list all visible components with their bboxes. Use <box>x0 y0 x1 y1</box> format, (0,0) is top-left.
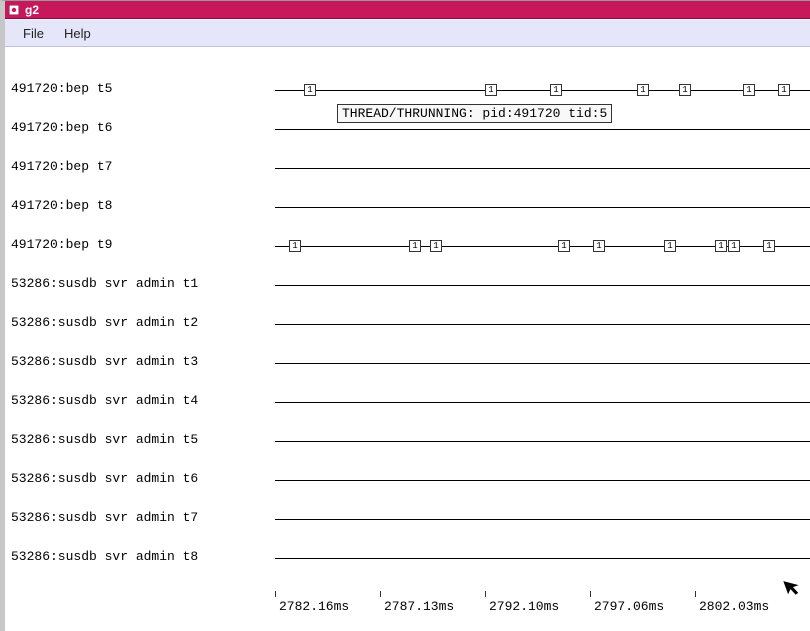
row-track[interactable] <box>275 363 810 364</box>
row-label: 53286:susdb svr admin t7 <box>11 510 198 525</box>
row-track[interactable] <box>275 558 810 559</box>
axis-tick-label: 2782.16ms <box>279 599 349 614</box>
timeline-row[interactable]: 53286:susdb svr admin t1 <box>5 278 810 292</box>
window-titlebar[interactable]: g2 <box>5 1 810 19</box>
event-marker[interactable]: 1 <box>728 240 740 252</box>
timeline-row[interactable]: 491720:bep t9111111111 <box>5 239 810 253</box>
row-track[interactable] <box>275 285 810 286</box>
row-label: 491720:bep t5 <box>11 81 112 96</box>
row-track[interactable] <box>275 519 810 520</box>
timeline-row[interactable]: 53286:susdb svr admin t2 <box>5 317 810 331</box>
axis-tick <box>485 591 486 597</box>
axis-tick <box>695 591 696 597</box>
row-label: 53286:susdb svr admin t6 <box>11 471 198 486</box>
axis-tick <box>590 591 591 597</box>
event-marker[interactable]: 1 <box>637 84 649 96</box>
row-label: 53286:susdb svr admin t1 <box>11 276 198 291</box>
event-marker[interactable]: 1 <box>763 240 775 252</box>
row-label: 491720:bep t8 <box>11 198 112 213</box>
row-label: 53286:susdb svr admin t8 <box>11 549 198 564</box>
timeline-row[interactable]: 491720:bep t51111111 <box>5 83 810 97</box>
event-marker[interactable]: 1 <box>743 84 755 96</box>
row-label: 53286:susdb svr admin t2 <box>11 315 198 330</box>
event-marker[interactable]: 1 <box>550 84 562 96</box>
event-marker[interactable]: 1 <box>558 240 570 252</box>
event-viewer[interactable]: THREAD/THRUNNING: pid:491720 tid:5 2782.… <box>5 47 810 631</box>
row-track[interactable] <box>275 402 810 403</box>
row-track[interactable] <box>275 207 810 208</box>
axis-tick-label: 2792.10ms <box>489 599 559 614</box>
event-marker[interactable]: 1 <box>304 84 316 96</box>
row-label: 491720:bep t6 <box>11 120 112 135</box>
row-track[interactable]: 1111111 <box>275 90 810 91</box>
system-menu-icon[interactable] <box>9 5 19 15</box>
menu-file[interactable]: File <box>13 22 54 45</box>
axis-tick-label: 2802.03ms <box>699 599 769 614</box>
row-track[interactable] <box>275 324 810 325</box>
event-marker[interactable]: 1 <box>485 84 497 96</box>
row-track[interactable] <box>275 129 810 130</box>
event-marker[interactable]: 1 <box>289 240 301 252</box>
timeline-row[interactable]: 53286:susdb svr admin t3 <box>5 356 810 370</box>
timeline-row[interactable]: 491720:bep t7 <box>5 161 810 175</box>
event-tooltip: THREAD/THRUNNING: pid:491720 tid:5 <box>337 104 612 123</box>
axis-tick-label: 2797.06ms <box>594 599 664 614</box>
event-marker[interactable]: 1 <box>593 240 605 252</box>
row-label: 491720:bep t9 <box>11 237 112 252</box>
timeline-row[interactable]: 53286:susdb svr admin t4 <box>5 395 810 409</box>
event-marker[interactable]: 1 <box>430 240 442 252</box>
event-marker[interactable]: 1 <box>409 240 421 252</box>
event-marker[interactable]: 1 <box>715 240 727 252</box>
row-label: 53286:susdb svr admin t3 <box>11 354 198 369</box>
row-label: 53286:susdb svr admin t5 <box>11 432 198 447</box>
timeline-row[interactable]: 491720:bep t6 <box>5 122 810 136</box>
row-track[interactable]: 111111111 <box>275 246 810 247</box>
window-title: g2 <box>25 3 39 17</box>
row-label: 53286:susdb svr admin t4 <box>11 393 198 408</box>
axis-tick-label: 2787.13ms <box>384 599 454 614</box>
menu-help[interactable]: Help <box>54 22 101 45</box>
timeline-row[interactable]: 53286:susdb svr admin t7 <box>5 512 810 526</box>
menubar: File Help <box>5 19 810 47</box>
axis-tick <box>275 591 276 597</box>
event-marker[interactable]: 1 <box>664 240 676 252</box>
timeline-row[interactable]: 491720:bep t8 <box>5 200 810 214</box>
event-marker[interactable]: 1 <box>679 84 691 96</box>
event-marker[interactable]: 1 <box>778 84 790 96</box>
timeline-row[interactable]: 53286:susdb svr admin t6 <box>5 473 810 487</box>
row-track[interactable] <box>275 480 810 481</box>
timeline-row[interactable]: 53286:susdb svr admin t5 <box>5 434 810 448</box>
time-axis: 2782.16ms 2787.13ms 2792.10ms 2797.06ms 2802… <box>275 591 810 611</box>
row-track[interactable] <box>275 168 810 169</box>
row-label: 491720:bep t7 <box>11 159 112 174</box>
row-track[interactable] <box>275 441 810 442</box>
axis-tick <box>380 591 381 597</box>
timeline-row[interactable]: 53286:susdb svr admin t8 <box>5 551 810 565</box>
